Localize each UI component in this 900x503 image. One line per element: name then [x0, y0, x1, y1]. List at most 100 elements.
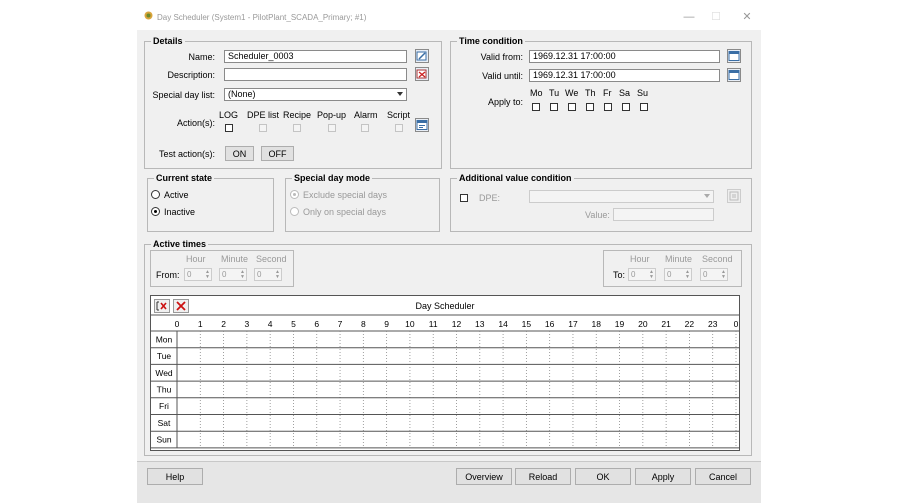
hour-tick-label: 2: [221, 319, 226, 329]
day-label-we: We: [565, 88, 579, 98]
spin-arrows-icon: ▲ ▼: [685, 269, 690, 280]
day-scheduler-grid[interactable]: Day Scheduler 0 1 2 3 4 5 6 7 8 9 10 11 12 13 14 15 16 17…: [150, 295, 740, 451]
additional-value-condition-group: Additional value condition DPE: Value:: [450, 173, 752, 232]
action-recipe-label: Recipe: [283, 110, 312, 120]
active-radio[interactable]: [151, 190, 160, 199]
script-editor-icon[interactable]: [415, 118, 429, 132]
scheduler-title: Day Scheduler: [415, 301, 474, 311]
apply-we-checkbox[interactable]: [568, 103, 576, 111]
chevron-down-icon: [397, 92, 403, 96]
additional-value-condition-group-label: Additional value condition: [457, 173, 574, 183]
apply-mo-checkbox[interactable]: [532, 103, 540, 111]
exclude-special-days-radio[interactable]: [290, 190, 299, 199]
hour-tick-label: 5: [291, 319, 296, 329]
name-input[interactable]: Scheduler_0003: [224, 50, 407, 63]
from-hour-spinner[interactable]: 0 ▲ ▼: [184, 268, 212, 281]
dpe-browse-icon[interactable]: [727, 189, 741, 203]
from-second-spinner[interactable]: 0 ▲ ▼: [254, 268, 282, 281]
hour-tick-label: 18: [592, 319, 602, 329]
hour-tick-label: 21: [661, 319, 671, 329]
value-input[interactable]: [613, 208, 714, 221]
from-minute-label: Minute: [221, 254, 249, 264]
ok-button[interactable]: OK: [575, 468, 631, 485]
action-script-checkbox[interactable]: [395, 124, 403, 132]
action-alarm-checkbox[interactable]: [361, 124, 369, 132]
hour-tick-label: 22: [685, 319, 695, 329]
valid-from-calendar-icon[interactable]: [727, 49, 741, 63]
dpe-checkbox[interactable]: [460, 194, 468, 202]
special-day-mode-group-label: Special day mode: [292, 173, 373, 183]
special-day-mode-group: Special day mode Exclude special days On…: [285, 173, 440, 232]
test-actions-label: Test action(s):: [158, 149, 215, 159]
apply-th-checkbox[interactable]: [586, 103, 594, 111]
to-second-label: Second: [702, 254, 733, 264]
hour-tick-label: 15: [522, 319, 532, 329]
description-label: Description:: [167, 70, 215, 80]
only-special-days-radio[interactable]: [290, 207, 299, 216]
action-log-label: LOG: [219, 110, 239, 120]
from-minute-value: 0: [222, 270, 227, 279]
hour-tick-label: 19: [615, 319, 625, 329]
action-log-checkbox[interactable]: [225, 124, 233, 132]
clear-description-icon[interactable]: [415, 67, 429, 81]
special-day-list-select[interactable]: (None): [224, 88, 407, 101]
day-row-label: Thu: [157, 384, 172, 394]
action-alarm-label: Alarm: [354, 110, 378, 120]
spin-arrows-icon: ▲ ▼: [275, 269, 280, 280]
apply-to-label: Apply to:: [487, 97, 523, 107]
from-minute-spinner[interactable]: 0 ▲ ▼: [219, 268, 247, 281]
delete-all-icon[interactable]: [173, 299, 189, 313]
to-second-spinner[interactable]: 0 ▲ ▼: [700, 268, 728, 281]
valid-until-input[interactable]: 1969.12.31 17:00:00: [529, 69, 720, 82]
to-minute-value: 0: [667, 270, 672, 279]
close-button[interactable]: ✕: [739, 9, 755, 25]
overview-button[interactable]: Overview: [456, 468, 512, 485]
apply-tu-checkbox[interactable]: [550, 103, 558, 111]
hour-tick-label: 11: [429, 319, 438, 329]
day-label-sa: Sa: [619, 88, 631, 98]
hour-tick-label: 6: [314, 319, 319, 329]
window-title: Day Scheduler (System1 - PilotPlant_SCAD…: [157, 13, 367, 22]
day-row-label: Mon: [156, 334, 173, 344]
apply-button[interactable]: Apply: [635, 468, 691, 485]
day-label-mo: Mo: [530, 88, 543, 98]
to-minute-spinner[interactable]: 0 ▲ ▼: [664, 268, 692, 281]
hour-tick-label: 0: [175, 319, 180, 329]
scheduler-canvas[interactable]: Day Scheduler 0 1 2 3 4 5 6 7 8 9 10 11 12 13 14 15 16 17…: [151, 296, 739, 450]
hour-tick-label: 13: [475, 319, 485, 329]
from-second-value: 0: [257, 270, 262, 279]
inactive-label: Inactive: [164, 207, 196, 217]
action-dpe-list-label: DPE list: [247, 110, 280, 120]
exclude-special-days-label: Exclude special days: [303, 190, 388, 200]
apply-su-checkbox[interactable]: [640, 103, 648, 111]
action-dpe-list-checkbox[interactable]: [259, 124, 267, 132]
name-label: Name:: [188, 52, 215, 62]
to-minute-label: Minute: [665, 254, 693, 264]
day-row-label: Sun: [156, 435, 171, 445]
test-off-button[interactable]: OFF: [261, 146, 294, 161]
action-recipe-checkbox[interactable]: [293, 124, 301, 132]
minimize-button[interactable]: —: [681, 9, 697, 25]
cancel-button[interactable]: Cancel: [695, 468, 751, 485]
help-button[interactable]: Help: [147, 468, 203, 485]
day-label-fr: Fr: [603, 88, 612, 98]
inactive-radio[interactable]: [151, 207, 160, 216]
edit-name-icon[interactable]: [415, 49, 429, 63]
delete-selected-icon[interactable]: [154, 299, 170, 313]
reload-button[interactable]: Reload: [515, 468, 571, 485]
hour-tick-label: 10: [405, 319, 415, 329]
dialog-window: Day Scheduler (System1 - PilotPlant_SCAD…: [137, 0, 761, 503]
valid-from-input[interactable]: 1969.12.31 17:00:00: [529, 50, 720, 63]
title-bar[interactable]: Day Scheduler (System1 - PilotPlant_SCAD…: [137, 0, 761, 30]
valid-until-calendar-icon[interactable]: [727, 68, 741, 82]
description-input[interactable]: [224, 68, 407, 81]
test-on-button[interactable]: ON: [225, 146, 254, 161]
apply-fr-checkbox[interactable]: [604, 103, 612, 111]
action-popup-checkbox[interactable]: [328, 124, 336, 132]
day-row-label: Fri: [159, 401, 169, 411]
apply-sa-checkbox[interactable]: [622, 103, 630, 111]
active-times-group-label: Active times: [151, 239, 209, 249]
to-hour-spinner[interactable]: 0 ▲ ▼: [628, 268, 656, 281]
dpe-select[interactable]: [529, 190, 714, 203]
maximize-button[interactable]: ☐: [708, 9, 724, 25]
